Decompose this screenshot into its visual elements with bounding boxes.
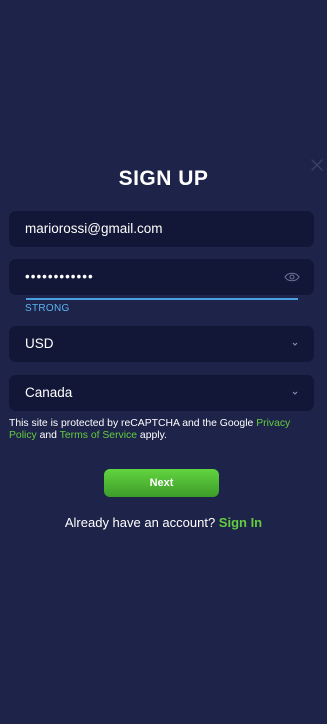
chevron-down-icon <box>292 342 298 346</box>
country-select[interactable]: Canada <box>9 375 314 411</box>
sign-in-link[interactable]: Sign In <box>219 515 262 530</box>
legal-suffix: apply. <box>137 430 167 441</box>
page-title: SIGN UP <box>118 167 209 190</box>
chevron-down-icon <box>292 391 298 395</box>
next-button[interactable]: Next <box>104 469 219 497</box>
password-field[interactable]: •••••••••••• <box>9 259 314 295</box>
legal-prefix: This site is protected by reCAPTCHA and … <box>9 418 257 429</box>
currency-value: USD <box>25 336 54 351</box>
currency-select[interactable]: USD <box>9 326 314 362</box>
legal-and: and <box>36 430 60 441</box>
password-strength-bar <box>26 298 298 300</box>
password-strength-label: STRONG <box>25 303 70 314</box>
country-value: Canada <box>25 385 73 400</box>
signin-prompt: Already have an account? <box>64 515 219 530</box>
eye-icon[interactable] <box>284 270 300 284</box>
password-value: •••••••••••• <box>25 269 94 284</box>
email-field[interactable]: mariorossi@gmail.com <box>9 211 314 247</box>
email-value: mariorossi@gmail.com <box>25 221 163 236</box>
signin-row: Already have an account? Sign In <box>0 515 327 530</box>
recaptcha-notice: This site is protected by reCAPTCHA and … <box>9 418 319 442</box>
terms-of-service-link[interactable]: Terms of Service <box>60 430 137 441</box>
